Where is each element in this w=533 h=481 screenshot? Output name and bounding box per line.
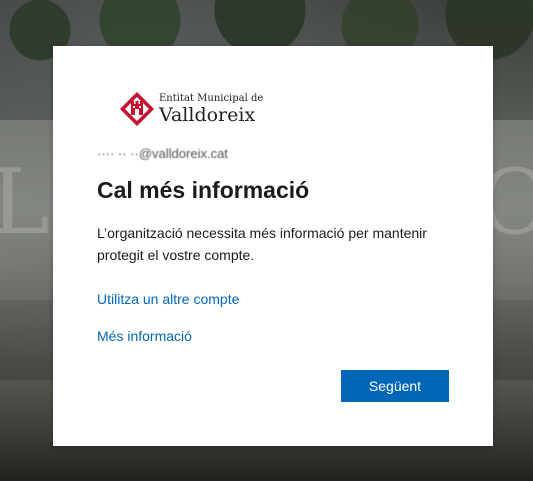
next-button[interactable]: Següent: [341, 370, 449, 402]
organization-name-line1: Entitat Municipal de: [159, 92, 264, 104]
signin-card: Entitat Municipal de Valldoreix ···· ·· …: [53, 46, 493, 446]
organization-name: Entitat Municipal de Valldoreix: [159, 92, 264, 126]
account-identity: ···· ·· ··@valldoreix.cat: [97, 146, 228, 161]
coat-of-arms-icon: [120, 92, 154, 126]
use-another-account-link[interactable]: Utilitza un altre compte: [97, 291, 239, 307]
organization-name-line2: Valldoreix: [159, 103, 256, 126]
description-text: L’organització necessita més informació …: [97, 225, 427, 263]
organization-logo: Entitat Municipal de Valldoreix: [119, 91, 263, 127]
page-title: Cal més informació: [97, 177, 310, 203]
more-info-link[interactable]: Més informació: [97, 328, 192, 344]
